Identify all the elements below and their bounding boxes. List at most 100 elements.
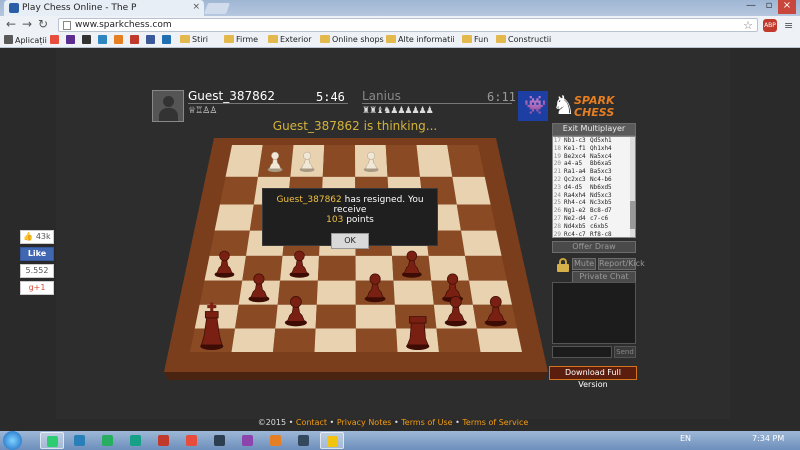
gplus-button[interactable]: g+1 xyxy=(20,281,54,295)
bookmark-folder-online-shops[interactable]: Online shops xyxy=(320,35,384,44)
folder-icon xyxy=(224,35,234,43)
move-row[interactable]: 18 Ke1-f1 Qh1xh4 xyxy=(553,145,635,153)
move-number: 24 xyxy=(553,191,561,199)
cloud-app-icon[interactable] xyxy=(96,432,120,449)
dialog-points: 103 xyxy=(326,215,344,225)
chat-app-icon[interactable] xyxy=(152,432,176,449)
bookmark-5[interactable] xyxy=(114,35,125,45)
report-kick-button[interactable]: Report/Kick xyxy=(598,258,645,270)
folder-icon xyxy=(386,35,396,43)
offer-draw-button[interactable]: Offer Draw xyxy=(552,241,636,253)
bookmark-folder-exterior[interactable]: Exterior xyxy=(268,35,312,44)
url-text: www.sparkchess.com xyxy=(75,20,172,30)
social-widget: 👍 43k Like 5.552 g+1 xyxy=(20,230,54,298)
move-list[interactable]: 17 Nb1-c3 Qd5xh1 18 Ke1-f1 Qh1xh4 19 Be2xc4 Na5x… xyxy=(552,136,636,238)
reload-icon[interactable]: ↻ xyxy=(36,17,50,31)
privacy-link[interactable]: Privacy Notes xyxy=(337,418,392,427)
taskbar-glyph-icon xyxy=(158,435,169,446)
browser-tab[interactable]: Play Chess Online - The P × xyxy=(4,0,204,16)
bookmark-2[interactable] xyxy=(66,35,77,45)
exit-multiplayer-button[interactable]: Exit Multiplayer xyxy=(552,123,636,136)
close-window-icon[interactable]: × xyxy=(778,0,796,14)
bookmark-3[interactable] xyxy=(82,35,93,45)
taskbar-glyph-icon xyxy=(47,436,58,447)
adblock-icon[interactable]: ABP xyxy=(763,19,777,32)
bookmark-star-icon[interactable]: ☆ xyxy=(743,19,753,32)
send-button[interactable]: Send xyxy=(614,346,636,358)
black-move: Bc8-d7 xyxy=(590,207,612,215)
taskbar-glyph-icon xyxy=(242,435,253,446)
move-row[interactable]: 28 Nd4xb5 c6xb5 xyxy=(553,223,635,231)
page-icon xyxy=(63,21,71,30)
filezilla-app-icon[interactable] xyxy=(180,432,204,449)
bookmark-favicon-icon xyxy=(98,35,107,44)
move-list-scrollbar[interactable] xyxy=(630,137,635,237)
service-link[interactable]: Terms of Service xyxy=(462,418,528,427)
chat-input[interactable] xyxy=(552,346,612,358)
bookmark-label: Fun xyxy=(474,35,489,44)
browser-chrome: Play Chess Online - The P × — ▫ × ← → ↻ … xyxy=(0,0,800,48)
move-row[interactable]: 27 Ne2-d4 c7-c6 xyxy=(553,215,635,223)
utorrent-app-icon[interactable] xyxy=(124,432,148,449)
move-number: 27 xyxy=(553,214,561,222)
bookmark-7[interactable] xyxy=(146,35,157,45)
new-tab-button[interactable] xyxy=(203,3,231,14)
white-move: Ra4xh4 xyxy=(564,191,586,199)
move-row[interactable]: 23 d4-d5 Nb6xd5 xyxy=(553,184,635,192)
move-number: 25 xyxy=(553,199,561,207)
start-button[interactable] xyxy=(3,431,22,450)
white-move: Ng1-e2 xyxy=(564,207,586,215)
address-bar[interactable]: www.sparkchess.com ☆ xyxy=(58,18,758,32)
move-row[interactable]: 21 Ra1-a4 Ba5xc3 xyxy=(553,168,635,176)
contact-link[interactable]: Contact xyxy=(296,418,327,427)
mail-app-icon[interactable] xyxy=(292,432,316,449)
bookmark-folder-constructii[interactable]: Constructii xyxy=(496,35,551,44)
move-row[interactable]: 17 Nb1-c3 Qd5xh1 xyxy=(553,137,635,145)
taskbar-glyph-icon xyxy=(74,435,85,446)
move-row[interactable]: 26 Ng1-e2 Bc8-d7 xyxy=(553,207,635,215)
bookmark-folder-stiri[interactable]: Stiri xyxy=(180,35,208,44)
move-row[interactable]: 25 Rh4-c4 Nc3xb5 xyxy=(553,199,635,207)
bookmark-folder-fun[interactable]: Fun xyxy=(462,35,488,44)
bookmark-6[interactable] xyxy=(130,35,141,45)
bookmark-0[interactable]: Aplicații xyxy=(4,35,47,45)
bookmark-1[interactable] xyxy=(50,35,61,45)
bookmark-8[interactable] xyxy=(162,35,173,45)
terms-link[interactable]: Terms of Use xyxy=(401,418,452,427)
chrome-app-icon[interactable] xyxy=(40,432,64,449)
clock[interactable]: 7:34 PM xyxy=(752,434,784,443)
move-number: 20 xyxy=(553,160,561,168)
bookmark-4[interactable] xyxy=(98,35,109,45)
office-app-icon[interactable] xyxy=(236,432,260,449)
menu-icon[interactable]: ≡ xyxy=(784,19,793,32)
dialog-ok-button[interactable]: OK xyxy=(331,233,369,249)
move-number: 21 xyxy=(553,168,561,176)
black-move: Nb6xd5 xyxy=(590,183,612,191)
facebook-like-button[interactable]: Like xyxy=(20,247,54,261)
bookmark-folder-firme[interactable]: Firme xyxy=(224,35,258,44)
player2-captured: ♜♜♝♞♟♟♟♟♟♟ xyxy=(362,106,434,116)
mute-button[interactable]: Mute xyxy=(572,258,596,270)
pdf-app-icon[interactable] xyxy=(264,432,288,449)
language-indicator[interactable]: EN xyxy=(680,434,691,443)
maximize-icon[interactable]: ▫ xyxy=(760,0,778,14)
folder-app-icon[interactable] xyxy=(320,432,344,449)
move-row[interactable]: 22 Qc2xc3 Nc4-b6 xyxy=(553,176,635,184)
network-app-icon[interactable] xyxy=(68,432,92,449)
forward-icon[interactable]: → xyxy=(20,17,34,31)
back-icon[interactable]: ← xyxy=(4,17,18,31)
move-row[interactable]: 29 Rc4-c7 Rf8-c8 xyxy=(553,231,635,237)
black-move: c7-c6 xyxy=(590,214,609,222)
download-full-version-button[interactable]: Download Full Version xyxy=(549,366,637,389)
minimize-icon[interactable]: — xyxy=(742,0,760,14)
bookmark-label: Stiri xyxy=(192,35,208,44)
move-row[interactable]: 20 a4-a5 Bb6xa5 xyxy=(553,160,635,168)
move-row[interactable]: 19 Be2xc4 Na5xc4 xyxy=(553,153,635,161)
move-row[interactable]: 24 Ra4xh4 Nd5xc3 xyxy=(553,192,635,200)
taskbar-glyph-icon xyxy=(214,435,225,446)
white-move: Ne2-d4 xyxy=(564,214,586,222)
tab-title: Play Chess Online - The P xyxy=(22,3,137,13)
close-tab-icon[interactable]: × xyxy=(192,2,200,12)
bookmark-folder-alte-informatii[interactable]: Alte informatii xyxy=(386,35,455,44)
text-app-icon[interactable] xyxy=(208,432,232,449)
